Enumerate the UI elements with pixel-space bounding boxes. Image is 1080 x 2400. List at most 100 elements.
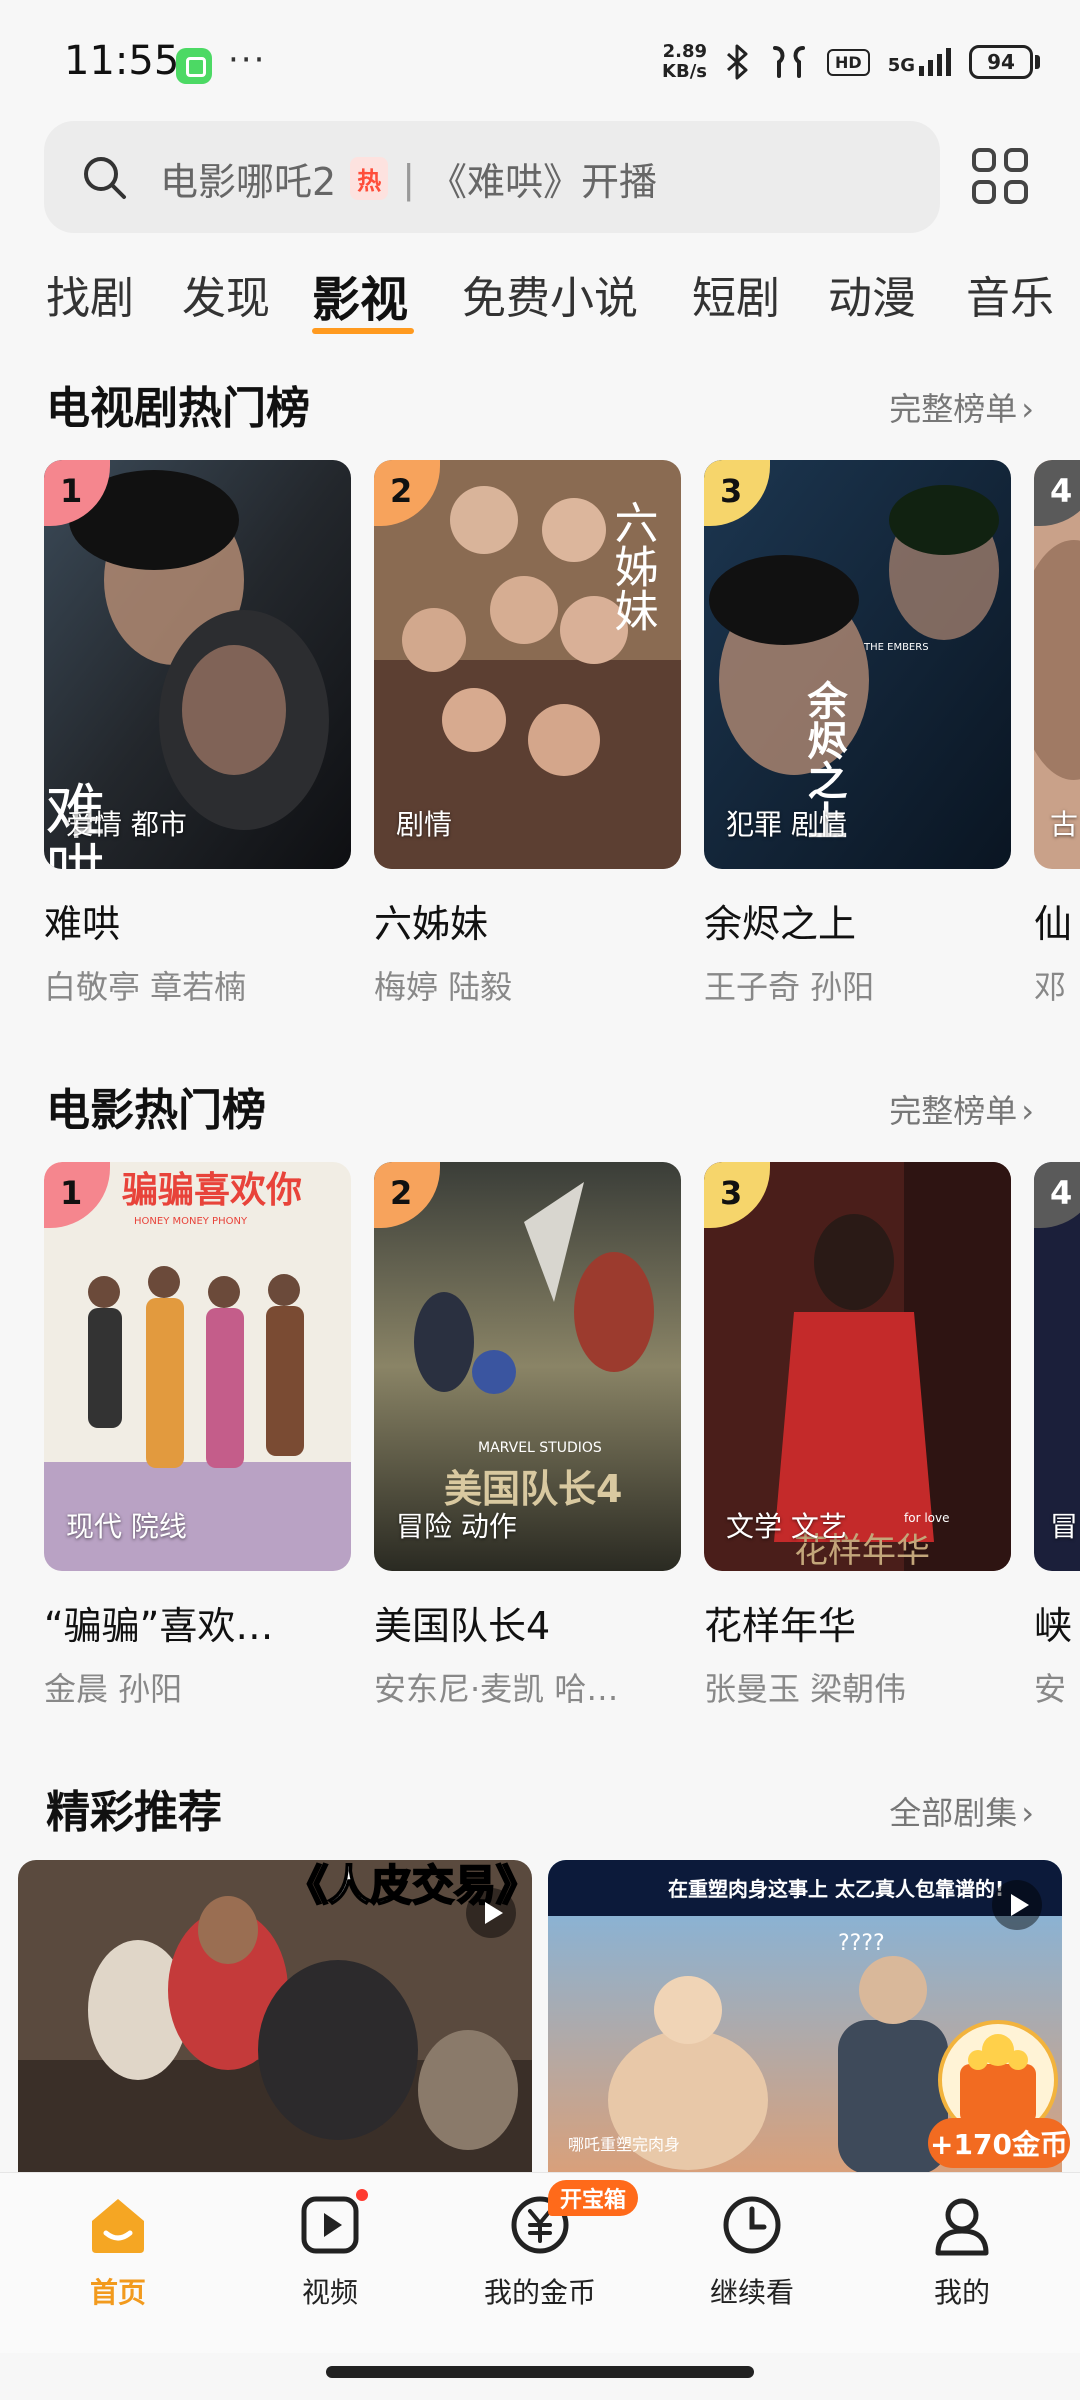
nav-video[interactable]: 视频 (240, 2189, 420, 2311)
status-time: 11:55 (64, 38, 180, 84)
tab-music[interactable]: 音乐 (966, 262, 1054, 326)
history-icon (723, 2196, 781, 2254)
tv-card[interactable]: 余烬之上 THE EMBERS 3 犯罪 剧情 余烬之上 王子奇 孙阳 (704, 460, 1011, 1008)
search-bar[interactable]: 电影哪吒2 热 | 《难哄》开播 (44, 121, 940, 233)
movie-card[interactable]: 骗骗喜欢你 HONEY MONEY PHONY 1 现代 院线 “骗骗”喜欢… … (44, 1162, 351, 1710)
more-link-label: 完整榜单 (889, 390, 1018, 428)
poster-studio: MARVEL STUDIOS (478, 1440, 602, 1456)
battery-level: 94 (987, 50, 1015, 74)
nav-label: 我的 (933, 2276, 990, 2309)
tab-faxian[interactable]: 发现 (182, 262, 270, 326)
poster-title-en: HONEY MONEY PHONY (134, 1216, 248, 1227)
card-title: 难哄 (44, 902, 121, 946)
card-cast: 梅婷 陆毅 (374, 968, 513, 1006)
card-title: “骗骗”喜欢… (44, 1604, 274, 1648)
genre-tag: 古 (1050, 808, 1079, 841)
poster[interactable]: 难哄 1 爱情 都市 (44, 460, 351, 869)
tab-anime[interactable]: 动漫 (828, 262, 916, 326)
search-suggestions: 电影哪吒2 热 | 《难哄》开播 (160, 151, 657, 206)
movie-card[interactable]: MARVEL STUDIOS 美国队长4 2 冒险 动作 美国队长4 安东尼·麦… (374, 1162, 681, 1710)
battery-icon: 94 (969, 45, 1040, 79)
search-suggestion-2[interactable]: 《难哄》开播 (429, 151, 657, 206)
video-overlay-caption: 哪吒重塑完肉身 (568, 2135, 680, 2154)
poster-title-calligraphy: 六姊妹 (607, 500, 658, 632)
nav-home[interactable]: 首页 (28, 2193, 208, 2311)
tv-card[interactable]: 六姊妹 2 剧情 六姊妹 梅婷 陆毅 (374, 460, 681, 1008)
bottom-navigation: 首页 视频 我的金币 继续看 我的 (0, 2172, 1080, 2353)
video-overlay-title: 在重塑肉身这事上 太乙真人包靠谱的! (668, 1877, 1004, 1901)
card-title: 美国队长4 (374, 1604, 551, 1648)
chevron-right-icon: › (1021, 1092, 1034, 1130)
movie-card-partial[interactable]: 4 冒 峡 安 (1034, 1162, 1080, 1710)
coin-reward-label[interactable]: +170金币 (928, 2118, 1070, 2168)
poster[interactable]: 4 古 (1034, 460, 1080, 869)
category-grid-icon[interactable] (970, 146, 1030, 206)
signal-icon: 5G (888, 48, 951, 76)
card-title: 仙 (1034, 902, 1073, 946)
notification-dot (356, 2189, 368, 2201)
movie-ranking-title: 电影热门榜 (46, 1085, 266, 1136)
movie-card[interactable]: for love 花样年华 3 文学 文艺 花样年华 张曼玉 梁朝伟 (704, 1162, 1011, 1710)
card-cast: 安 (1034, 1670, 1067, 1708)
chevron-right-icon: › (1021, 390, 1034, 428)
tv-ranking-more-link[interactable]: 完整榜单 › (889, 384, 1034, 430)
nav-label: 我的金币 (483, 2276, 596, 2309)
genre-tag: 爱情 都市 (66, 808, 187, 841)
poster[interactable]: 4 冒 (1034, 1162, 1080, 1571)
recommend-title: 精彩推荐 (46, 1787, 222, 1838)
home-icon (92, 2199, 144, 2253)
active-tab-indicator (312, 328, 414, 334)
card-cast: 白敬亭 章若楠 (44, 968, 247, 1006)
tab-free-novels[interactable]: 免费小说 (462, 262, 638, 326)
home-indicator[interactable] (326, 2366, 754, 2378)
card-title: 花样年华 (704, 1604, 857, 1648)
earbuds-icon (773, 46, 806, 78)
card-cast: 张曼玉 梁朝伟 (704, 1670, 907, 1708)
card-cast: 王子奇 孙阳 (704, 968, 875, 1006)
play-icon[interactable] (992, 1880, 1042, 1930)
nav-continue-watching[interactable]: 继续看 (662, 2193, 842, 2311)
movie-ranking-more-link[interactable]: 完整榜单 › (889, 1086, 1034, 1132)
play-icon[interactable] (466, 1888, 516, 1938)
hd-icon: HD (827, 48, 870, 76)
chevron-right-icon: › (1021, 1794, 1034, 1832)
card-title: 余烬之上 (704, 902, 857, 946)
poster-title-en: THE EMBERS (863, 642, 929, 653)
network-speed: 2.89 KB/s (662, 42, 707, 82)
network-speed-unit: KB/s (662, 61, 708, 82)
card-cast: 安东尼·麦凯 哈… (374, 1670, 619, 1708)
tv-card[interactable]: 难哄 1 爱情 都市 难哄 白敬亭 章若楠 (44, 460, 351, 1008)
profile-icon (935, 2198, 989, 2256)
poster[interactable]: MARVEL STUDIOS 美国队长4 2 冒险 动作 (374, 1162, 681, 1571)
poster[interactable]: for love 花样年华 3 文学 文艺 (704, 1162, 1011, 1571)
tv-ranking-title: 电视剧热门榜 (46, 383, 310, 434)
treasure-chest-badge[interactable]: 开宝箱 (548, 2180, 639, 2216)
nav-profile[interactable]: 我的 (872, 2193, 1052, 2311)
search-suggestion-1[interactable]: 电影哪吒2 (160, 151, 336, 206)
bluetooth-icon (727, 44, 748, 80)
poster[interactable]: 六姊妹 2 剧情 (374, 460, 681, 869)
status-bar: 11:55 ··· 2.89 KB/s HD 5G 94 (0, 0, 1080, 120)
tab-yingshi[interactable]: 影视 (312, 260, 408, 330)
app-notification-icon (176, 48, 212, 84)
status-icons: 2.89 KB/s HD 5G 94 (662, 36, 1040, 88)
poster[interactable]: 骗骗喜欢你 HONEY MONEY PHONY 1 现代 院线 (44, 1162, 351, 1571)
recommend-all-link[interactable]: 全部剧集 › (889, 1788, 1034, 1834)
recommend-video-card[interactable]: 《人皮交易》 (18, 1860, 532, 2174)
hot-badge: 热 (350, 157, 389, 200)
genre-tag: 现代 院线 (66, 1510, 187, 1543)
more-link-label: 全部剧集 (889, 1794, 1018, 1832)
poster-title-en: for love (904, 1511, 949, 1525)
nav-label: 继续看 (709, 2276, 794, 2309)
poster[interactable]: 余烬之上 THE EMBERS 3 犯罪 剧情 (704, 460, 1011, 869)
nav-label: 首页 (89, 2276, 146, 2309)
more-link-label: 完整榜单 (889, 1092, 1018, 1130)
genre-tag: 冒 (1050, 1510, 1079, 1543)
nav-label: 视频 (301, 2276, 358, 2309)
tv-card-partial[interactable]: 4 古 仙 邓 (1034, 460, 1080, 1008)
poster-title-art: 骗骗喜欢你 (122, 1170, 302, 1211)
tab-short-drama[interactable]: 短剧 (692, 262, 780, 326)
more-notifications-icon: ··· (228, 40, 267, 80)
video-thumbnail: 《人皮交易》 (18, 1860, 532, 2174)
tab-zhaoju[interactable]: 找剧 (46, 262, 134, 326)
